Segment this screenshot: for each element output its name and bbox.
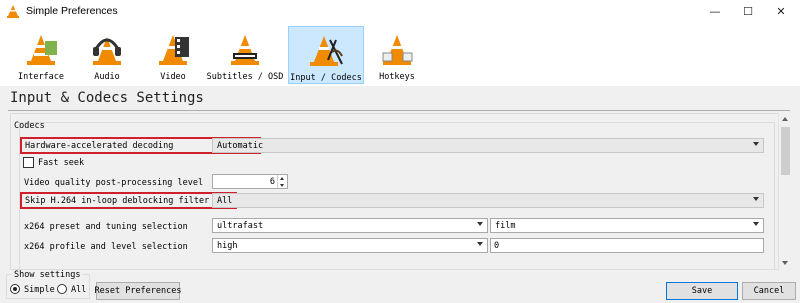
vlc-cone-app-icon	[7, 5, 19, 18]
category-label: Input / Codecs	[290, 73, 362, 83]
window-title: Simple Preferences	[26, 5, 118, 17]
x264-preset-select[interactable]: ultrafast	[212, 218, 488, 233]
skip-h264-value: All	[217, 196, 233, 206]
close-button[interactable]: ✕	[766, 0, 796, 22]
hw-decoding-value: Automatic	[217, 141, 264, 151]
maximize-button[interactable]: ☐	[733, 0, 763, 22]
x264-tuning-value: film	[495, 221, 516, 231]
skip-h264-select[interactable]: All	[212, 193, 764, 208]
pp-level-label: Video quality post-processing level	[24, 178, 204, 188]
vertical-scrollbar[interactable]	[778, 113, 791, 270]
vlc-cone-interface-icon	[27, 35, 57, 65]
category-input-codecs[interactable]: Input / Codecs	[288, 26, 364, 84]
save-button[interactable]: Save	[666, 282, 738, 300]
category-video[interactable]: Video	[148, 26, 198, 84]
scrollbar-thumb[interactable]	[781, 127, 790, 175]
chevron-down-icon	[753, 197, 759, 201]
codecs-group-title: Codecs	[14, 121, 45, 131]
x264-preset-value: ultrafast	[217, 221, 264, 231]
page-title: Input & Codecs Settings	[10, 90, 204, 106]
minimize-button[interactable]: —	[700, 0, 730, 22]
x264-preset-label: x264 preset and tuning selection	[24, 222, 188, 232]
vlc-cone-subtitles-icon	[231, 35, 259, 65]
fast-seek-label: Fast seek	[38, 158, 85, 168]
vlc-cone-headphones-icon	[93, 37, 121, 65]
simple-radio-label: Simple	[24, 285, 55, 295]
fast-seek-checkbox[interactable]	[23, 157, 34, 168]
reset-preferences-button[interactable]: Reset Preferences	[95, 282, 182, 300]
spin-up-icon[interactable]	[277, 175, 286, 181]
all-radio[interactable]	[57, 284, 67, 294]
category-label: Subtitles / OSD	[206, 72, 284, 82]
title-bar: Simple Preferences — ☐ ✕	[0, 0, 800, 22]
vlc-cone-hotkeys-icon	[382, 35, 413, 65]
category-label: Video	[160, 72, 186, 82]
all-radio-label: All	[71, 285, 87, 295]
x264-profile-label: x264 profile and level selection	[24, 242, 188, 252]
title-divider	[8, 110, 790, 111]
skip-h264-label: Skip H.264 in-loop deblocking filter	[25, 196, 210, 206]
hw-decoding-label: Hardware-accelerated decoding	[25, 141, 174, 151]
category-label: Interface	[17, 72, 65, 82]
show-settings-title: Show settings	[12, 270, 83, 280]
chevron-down-icon	[753, 222, 759, 226]
chevron-down-icon	[477, 222, 483, 226]
vlc-cone-film-icon	[159, 35, 189, 65]
chevron-down-icon	[753, 142, 759, 146]
category-label: Hotkeys	[379, 72, 415, 82]
category-hotkeys[interactable]: Hotkeys	[372, 26, 422, 84]
vlc-cone-codecs-icon	[310, 36, 343, 66]
category-subtitles-osd[interactable]: Subtitles / OSD	[206, 26, 284, 84]
scroll-up-icon[interactable]	[782, 117, 788, 121]
hw-decoding-select[interactable]: Automatic	[212, 138, 764, 153]
category-audio[interactable]: Audio	[82, 26, 132, 84]
spin-down-icon[interactable]	[277, 182, 286, 188]
cancel-button[interactable]: Cancel	[742, 282, 796, 300]
x264-profile-select[interactable]: high	[212, 238, 488, 253]
x264-tuning-select[interactable]: film	[490, 218, 764, 233]
category-label: Audio	[94, 72, 120, 82]
pp-level-spinbox[interactable]: 6	[212, 174, 288, 189]
x264-profile-value: high	[217, 241, 238, 251]
scroll-down-icon[interactable]	[782, 261, 788, 265]
simple-radio[interactable]	[10, 284, 20, 294]
x264-level-input[interactable]: 0	[490, 238, 764, 253]
category-interface[interactable]: Interface	[14, 26, 68, 84]
chevron-down-icon	[477, 242, 483, 246]
pp-level-value: 6	[269, 177, 275, 187]
